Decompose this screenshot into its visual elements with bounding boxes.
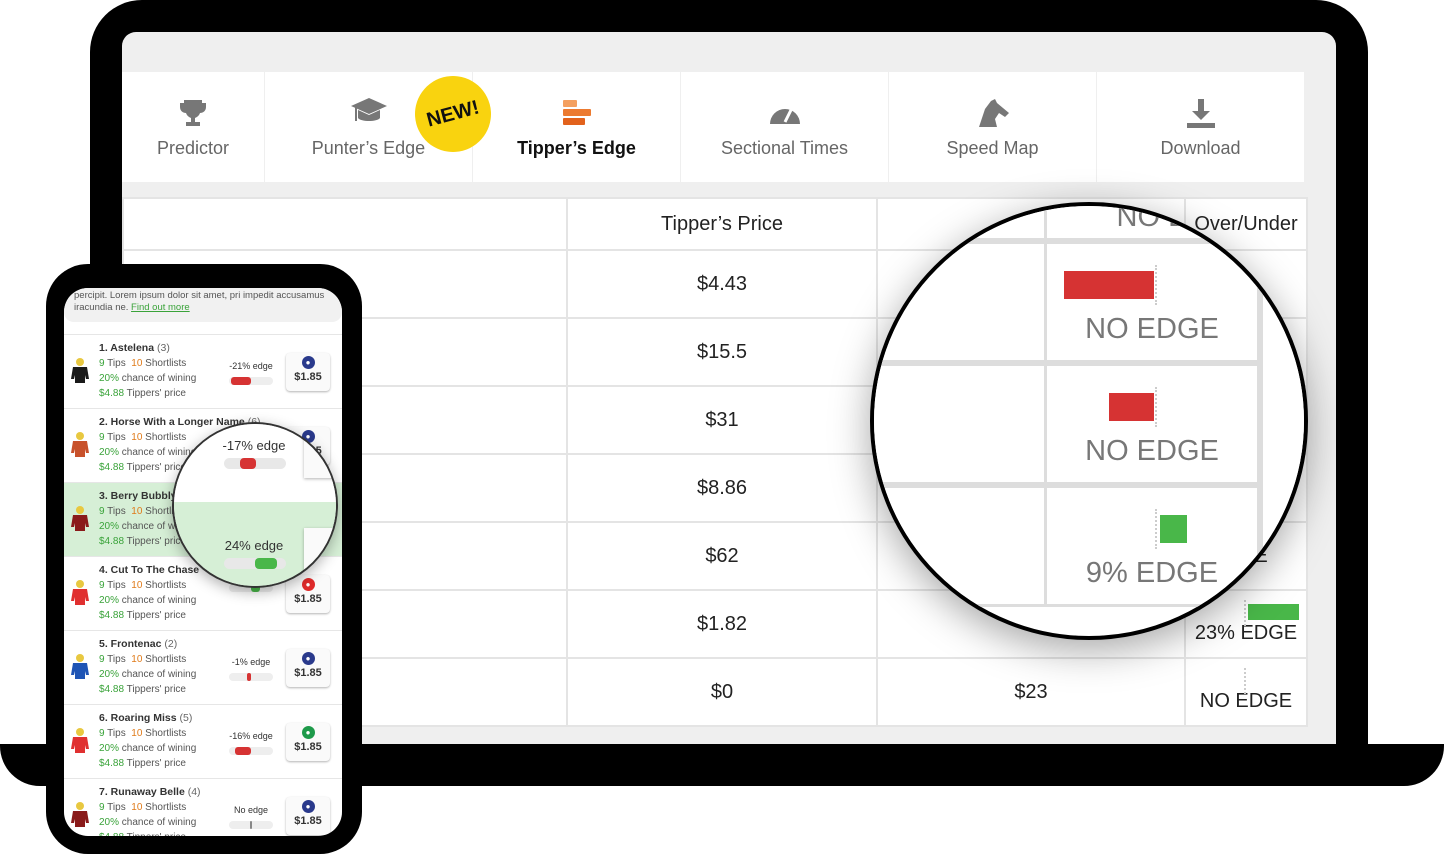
jockey-silk-icon	[71, 802, 89, 827]
edge-indicator: -16% edge	[226, 729, 276, 755]
edge-bar	[229, 821, 273, 829]
tipper-price: $31	[566, 385, 878, 455]
over-under-header: Over/Under	[1194, 212, 1298, 235]
magnified-edge-label: -17% edge	[222, 438, 286, 453]
bookmaker-logo-icon: ●	[301, 800, 315, 813]
tipper-price: $8.86	[566, 453, 878, 523]
runner-row[interactable]: 1. Astelena (3) 9 Tips 10 Shortlists 20%…	[64, 334, 342, 408]
tab-download[interactable]: Download	[1097, 72, 1304, 182]
edge-label: NO EDGE	[1085, 435, 1219, 467]
jockey-silk-icon	[71, 358, 89, 383]
over-under-cell: NO EDGE	[1184, 657, 1308, 727]
edge-label: 9% EDGE	[1085, 557, 1219, 589]
tab-sectional-times[interactable]: Sectional Times	[681, 72, 888, 182]
tab-tippers-edge[interactable]: Tipper’s Edge	[473, 72, 680, 182]
edge-bar	[1064, 271, 1154, 299]
odds-button[interactable]: ●$1.85	[286, 649, 330, 687]
edge-bar	[229, 747, 273, 755]
tipper-price: $4.43	[566, 249, 878, 319]
best-price: $23	[876, 657, 1186, 727]
runner-row[interactable]: 5. Frontenac (2) 9 Tips 10 Shortlists 20…	[64, 630, 342, 704]
odds-button[interactable]: ●$1.85	[286, 797, 330, 835]
odds-button[interactable]: ●$1.85	[286, 353, 330, 391]
edge-indicator: No edge	[226, 803, 276, 829]
jockey-silk-icon	[71, 580, 89, 605]
edge-bar	[1160, 515, 1187, 543]
table-magnifier: NO E NO EDGE NO EDGE 9% EDGE	[870, 202, 1308, 640]
jockey-silk-icon	[71, 432, 89, 457]
runner-row[interactable]: 7. Runaway Belle (4) 9 Tips 10 Shortlist…	[64, 778, 342, 836]
edge-bar	[1109, 393, 1154, 421]
edge-divider	[1155, 509, 1157, 549]
tab-speed-map[interactable]: Speed Map	[889, 72, 1096, 182]
edge-divider	[1155, 387, 1157, 427]
jockey-silk-icon	[71, 506, 89, 531]
tab-bar: Predictor NEW! Punter’s Edge Tipper’s Ed…	[122, 67, 1305, 182]
tipper-price: $1.82	[566, 589, 878, 659]
trophy-icon	[122, 96, 264, 130]
edge-indicator: -1% edge	[226, 655, 276, 681]
bookmaker-logo-icon: ●	[301, 356, 315, 369]
tipper-price: $0	[566, 657, 878, 727]
tipper-price: $15.5	[566, 317, 878, 387]
edge-indicator: -21% edge	[226, 359, 276, 385]
bookmaker-logo-icon: ●	[301, 652, 315, 665]
magnified-edge-label: 24% edge	[224, 538, 284, 553]
tab-predictor[interactable]: Predictor	[122, 72, 264, 182]
edge-bar	[229, 673, 273, 681]
jockey-silk-icon	[71, 654, 89, 679]
bookmaker-logo-icon: ●	[301, 726, 315, 739]
tab-punters-edge[interactable]: NEW! Punter’s Edge	[265, 67, 500, 182]
edge-label: NO EDGE	[1085, 313, 1219, 345]
phone-magnifier: -17% edge 24% edge	[172, 422, 338, 588]
edge-bar	[1186, 667, 1306, 694]
tipper-price: $62	[566, 521, 878, 591]
jockey-silk-icon	[71, 728, 89, 753]
find-out-more-link[interactable]: Find out more	[131, 302, 190, 313]
runner-row[interactable]: 6. Roaring Miss (5) 9 Tips 10 Shortlists…	[64, 704, 342, 778]
edge-bar	[229, 377, 273, 385]
edge-divider	[1155, 265, 1157, 305]
speedometer-icon	[681, 96, 888, 130]
horse-head-icon	[889, 96, 1096, 130]
download-icon	[1097, 96, 1304, 130]
intro-text: percipit. Lorem ipsum dolor sit amet, pr…	[64, 288, 342, 322]
bars-icon	[473, 96, 680, 130]
odds-button[interactable]: ●$1.85	[286, 723, 330, 761]
